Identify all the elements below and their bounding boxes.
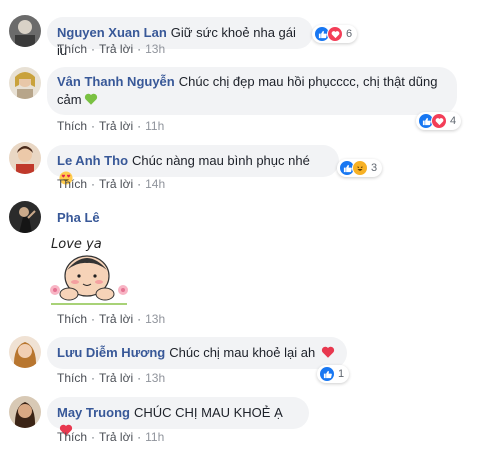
reaction-count: 3: [371, 162, 378, 174]
avatar[interactable]: [9, 67, 41, 99]
like-icon: [319, 366, 335, 382]
reply-link[interactable]: Trả lời: [99, 119, 133, 133]
love-ya-sticker[interactable]: Love ya: [47, 232, 131, 308]
timestamp[interactable]: 13h: [145, 312, 165, 326]
reply-link[interactable]: Trả lời: [99, 42, 133, 56]
haha-icon: [352, 160, 368, 176]
reaction-summary[interactable]: 6: [312, 25, 358, 43]
reply-link[interactable]: Trả lời: [99, 312, 133, 326]
avatar[interactable]: [9, 396, 41, 428]
love-icon: [327, 26, 343, 42]
like-link[interactable]: Thích: [57, 312, 87, 326]
commenter-name[interactable]: Pha Lê: [57, 210, 100, 225]
love-icon: [431, 113, 447, 129]
reaction-summary[interactable]: 3: [337, 159, 383, 177]
commenter-name[interactable]: Vân Thanh Nguyễn: [57, 74, 175, 89]
like-link[interactable]: Thích: [57, 119, 87, 133]
commenter-name[interactable]: Le Anh Tho: [57, 153, 128, 168]
avatar[interactable]: [9, 142, 41, 174]
like-link[interactable]: Thích: [57, 430, 87, 444]
commenter-name-row: Pha Lê: [57, 210, 104, 226]
comment-actions: Thích · Trả lời · 13h: [57, 371, 166, 385]
comment-actions: Thích · Trả lời · 11h: [57, 119, 165, 133]
reply-link[interactable]: Trả lời: [99, 430, 133, 444]
like-link[interactable]: Thích: [57, 371, 87, 385]
comment-text: CHÚC CHỊ MAU KHOẺ Ạ: [133, 405, 283, 420]
reaction-count: 1: [338, 368, 345, 380]
green-heart-icon: [84, 93, 97, 105]
comment-text: cảm: [57, 92, 82, 107]
commenter-name[interactable]: Nguyen Xuan Lan: [57, 25, 167, 40]
comment-actions: Thích · Trả lời · 13h: [57, 312, 166, 326]
timestamp[interactable]: 11h: [145, 430, 164, 444]
avatar[interactable]: [9, 336, 41, 368]
comment-bubble: May Truong CHÚC CHỊ MAU KHOẺ Ạ: [47, 397, 309, 436]
comment-bubble: Le Anh Tho Chúc nàng mau bình phục nhé: [47, 145, 339, 185]
timestamp[interactable]: 14h: [145, 177, 165, 191]
comment-bubble: Lưu Diễm Hương Chúc chị mau khoẻ lại ah: [47, 337, 347, 369]
commenter-name[interactable]: Lưu Diễm Hương: [57, 345, 165, 360]
timestamp[interactable]: 13h: [145, 371, 165, 385]
avatar[interactable]: [9, 201, 41, 233]
timestamp[interactable]: 11h: [145, 119, 164, 133]
red-heart-icon: [321, 346, 334, 358]
timestamp[interactable]: 13h: [145, 42, 165, 56]
reaction-count: 6: [346, 28, 353, 40]
reply-link[interactable]: Trả lời: [99, 371, 133, 385]
reaction-count: 4: [450, 115, 457, 127]
comment-text: Chúc chị đẹp mau hồi phụcccc, chị thật d…: [178, 74, 438, 89]
sticker-caption: Love ya: [51, 237, 102, 252]
comment-actions: Thích · Trả lời · 13h: [57, 42, 166, 56]
comment-text: Chúc nàng mau bình phục nhé: [132, 153, 310, 168]
reply-link[interactable]: Trả lời: [99, 177, 133, 191]
comment-actions: Thích · Trả lời · 14h: [57, 177, 166, 191]
comment-bubble: Vân Thanh Nguyễn Chúc chị đẹp mau hồi phụ…: [47, 67, 457, 115]
commenter-name[interactable]: May Truong: [57, 405, 130, 420]
reaction-summary[interactable]: 1: [317, 365, 350, 383]
comment-text: Chúc chị mau khoẻ lại ah: [169, 345, 316, 360]
avatar[interactable]: [9, 15, 41, 47]
comment-actions: Thích · Trả lời · 11h: [57, 430, 165, 444]
reaction-summary[interactable]: 4: [416, 112, 462, 130]
like-link[interactable]: Thích: [57, 42, 87, 56]
like-link[interactable]: Thích: [57, 177, 87, 191]
